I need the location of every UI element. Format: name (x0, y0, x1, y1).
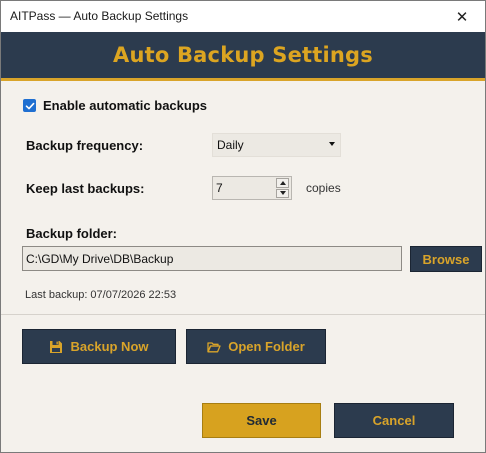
header-accent-rule (1, 78, 485, 81)
spin-up-button[interactable] (276, 178, 289, 188)
copies-unit-label: copies (306, 181, 341, 195)
open-folder-label: Open Folder (228, 339, 305, 354)
backup-now-label: Backup Now (70, 339, 149, 354)
folder-open-icon (207, 341, 221, 352)
keep-backups-value: 7 (216, 181, 223, 195)
keep-backups-label: Keep last backups: (26, 181, 145, 196)
frequency-value: Daily (217, 138, 244, 152)
enable-backups-row[interactable]: Enable automatic backups (23, 98, 207, 113)
spin-down-button[interactable] (276, 188, 289, 198)
arrow-up-icon (279, 180, 286, 185)
checkmark-icon (25, 102, 34, 109)
title-bar: AITPass — Auto Backup Settings ✕ (1, 1, 485, 32)
enable-backups-label: Enable automatic backups (43, 98, 207, 113)
frequency-select[interactable]: Daily (212, 133, 341, 157)
window-title: AITPass — Auto Backup Settings (10, 9, 189, 23)
backup-folder-path: C:\GD\My Drive\DB\Backup (26, 251, 174, 266)
section-divider (1, 314, 485, 315)
frequency-label: Backup frequency: (26, 138, 144, 153)
backup-folder-input[interactable]: C:\GD\My Drive\DB\Backup (22, 246, 402, 271)
header-banner: Auto Backup Settings (1, 32, 485, 78)
close-icon: ✕ (455, 8, 469, 26)
enable-backups-checkbox[interactable] (23, 99, 36, 112)
last-backup-text: Last backup: 07/07/2026 22:53 (25, 289, 177, 301)
open-folder-button[interactable]: Open Folder (186, 329, 326, 364)
floppy-disk-icon (50, 340, 63, 353)
page-title: Auto Backup Settings (113, 43, 373, 67)
cancel-button[interactable]: Cancel (334, 403, 454, 438)
save-button[interactable]: Save (202, 403, 321, 438)
keep-backups-spinbox[interactable]: 7 (212, 176, 292, 200)
close-button[interactable]: ✕ (439, 1, 485, 32)
backup-folder-label: Backup folder: (26, 226, 118, 241)
dropdown-arrow-icon (329, 142, 335, 146)
backup-settings-window: AITPass — Auto Backup Settings ✕ Auto Ba… (0, 0, 486, 453)
backup-now-button[interactable]: Backup Now (22, 329, 176, 364)
browse-button[interactable]: Browse (410, 246, 482, 272)
spinbox-buttons (276, 178, 289, 198)
arrow-down-icon (279, 191, 286, 196)
